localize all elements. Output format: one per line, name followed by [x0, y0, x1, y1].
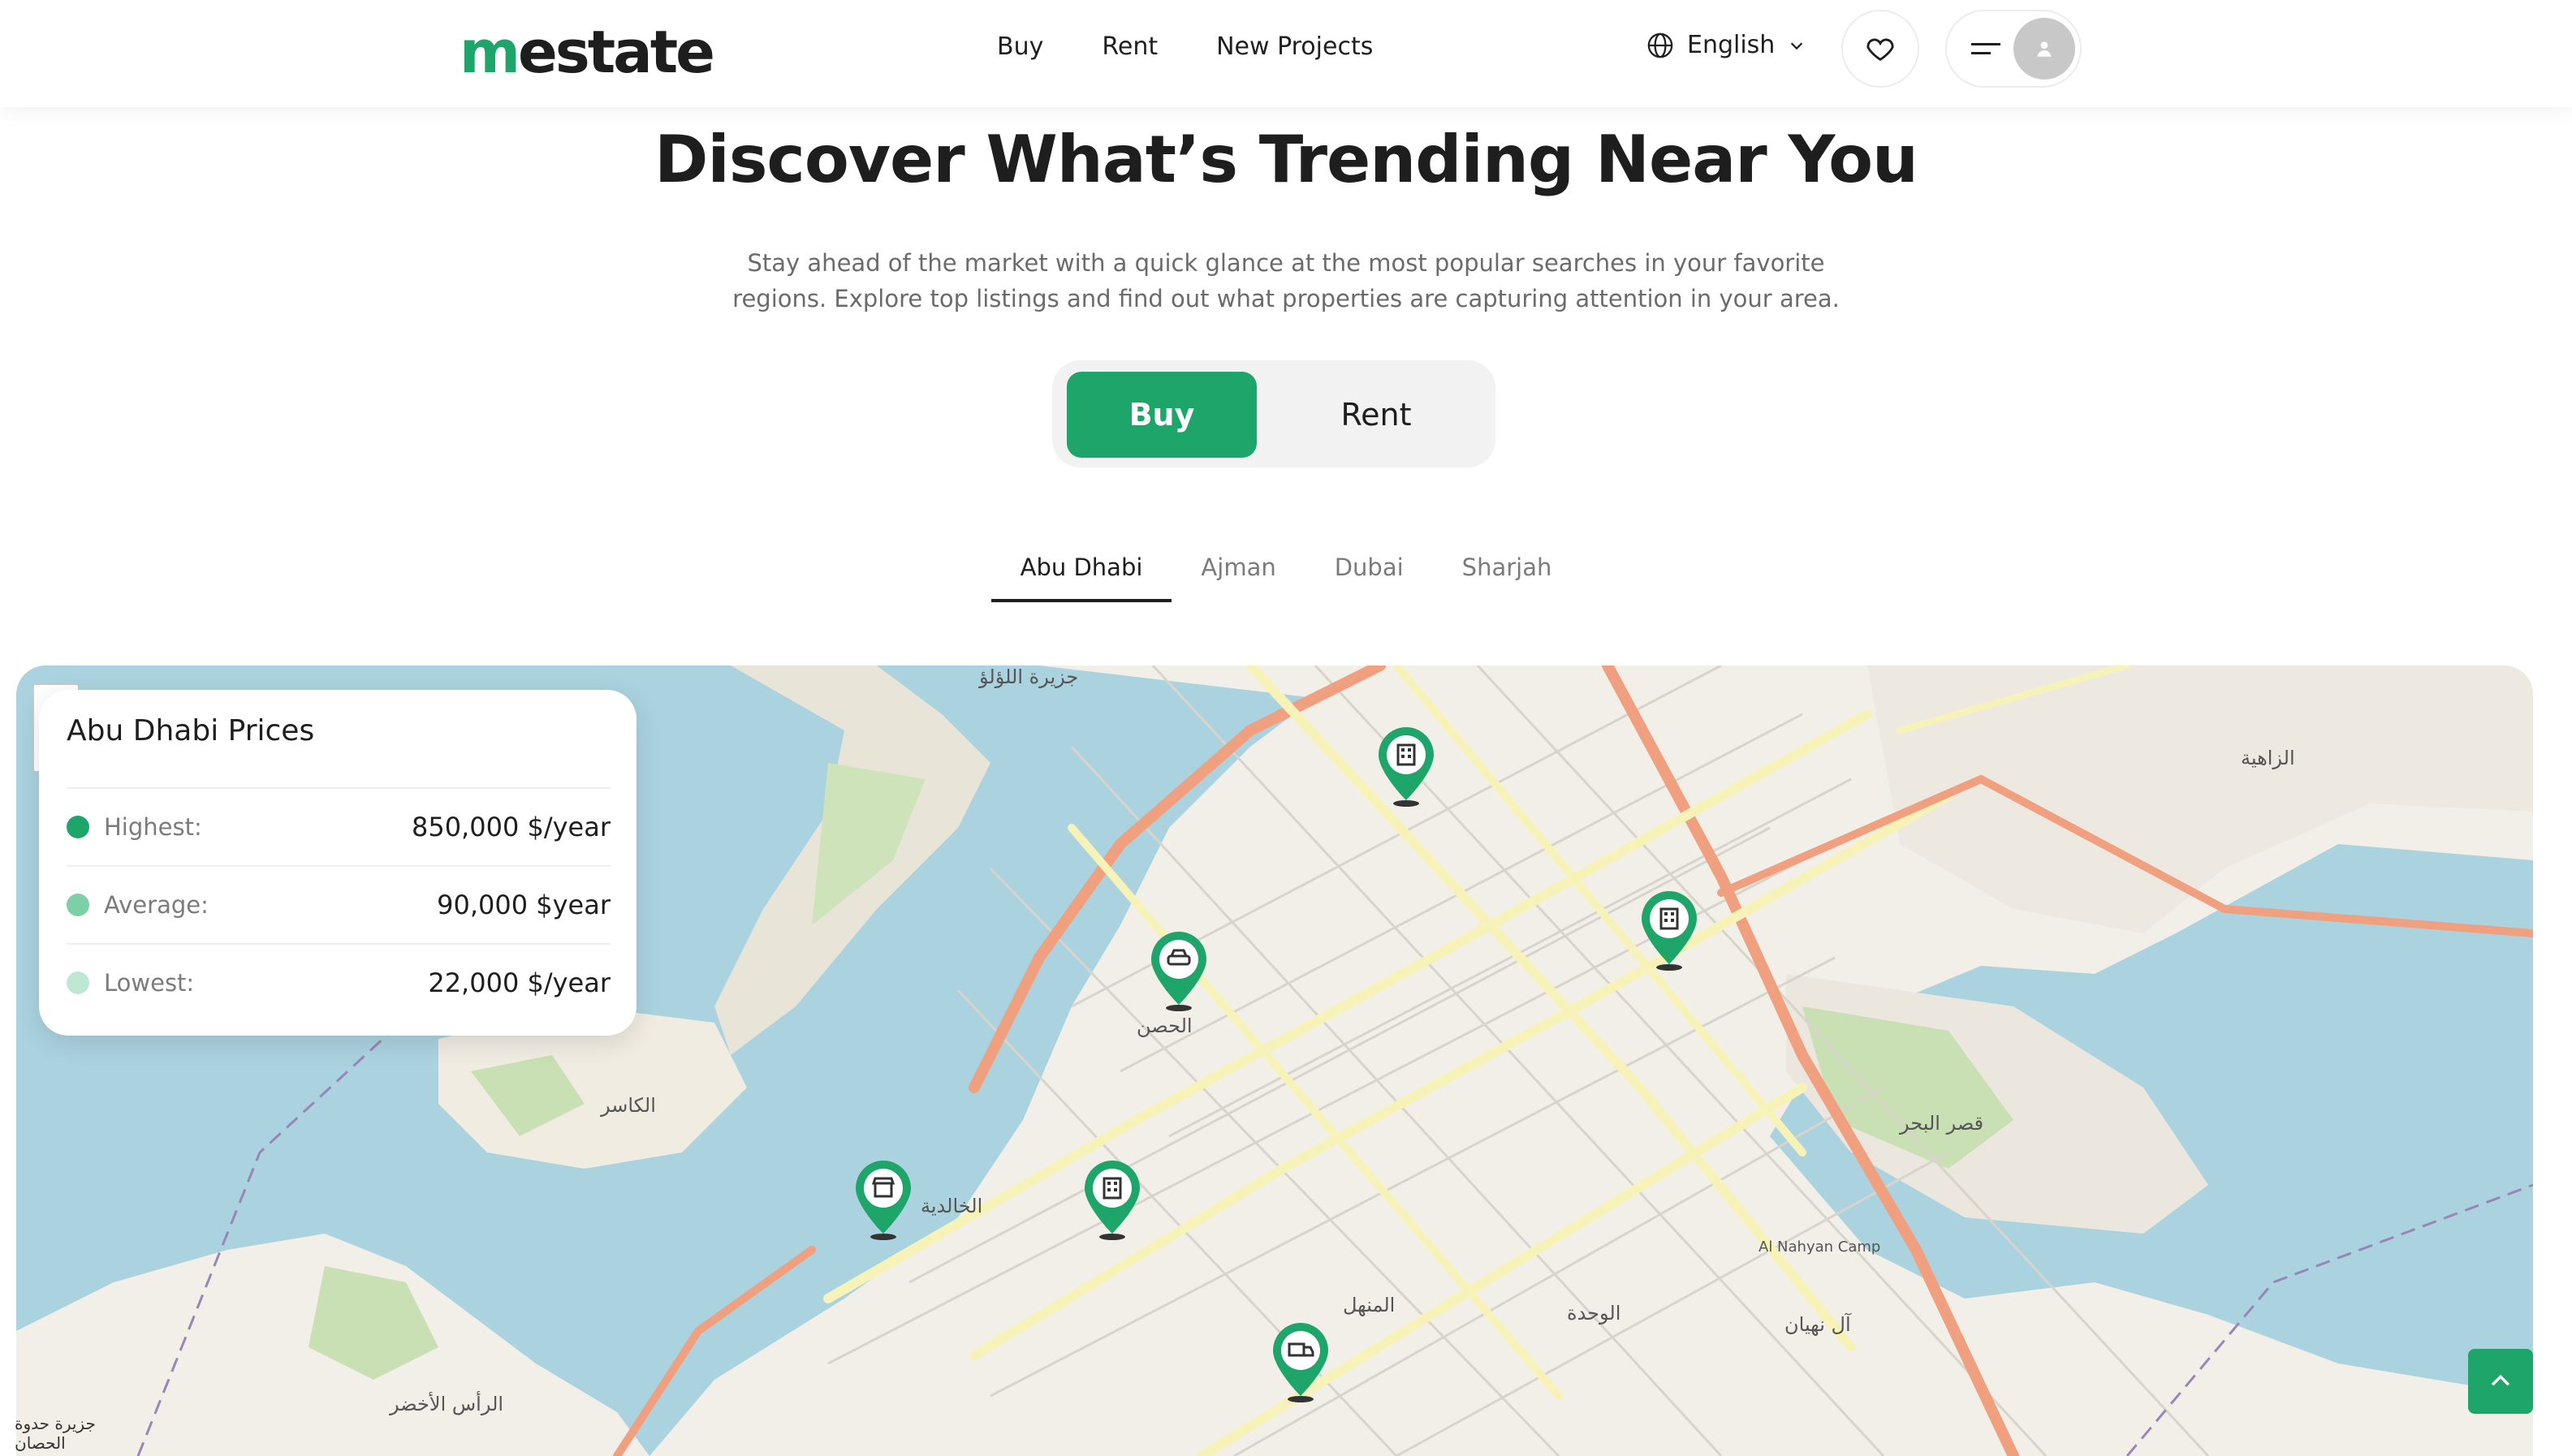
map-pin-building-2[interactable]	[1637, 886, 1702, 976]
price-row-highest: Highest: 850,000 $/year	[67, 787, 611, 865]
lowest-label: Lowest:	[104, 969, 195, 997]
truck-icon	[1273, 1323, 1328, 1402]
map-label-lulu: جزيرة اللؤلؤ	[979, 666, 1079, 688]
top-header: mestate Buy Rent New Projects English	[0, 0, 2572, 107]
avatar	[2013, 18, 2075, 80]
lowest-value: 22,000 $/year	[428, 967, 611, 998]
heart-icon	[1866, 38, 1894, 62]
user-menu-button[interactable]	[1945, 10, 2082, 88]
corner-label-line-1: جزيرة حدوة	[15, 1414, 96, 1433]
toggle-buy-button[interactable]: Buy	[1067, 372, 1257, 458]
price-row-average: Average: 90,000 $year	[67, 865, 611, 943]
brand-logo[interactable]: mestate	[460, 18, 715, 86]
map-label-al-nahyan: آل نهيان	[1784, 1313, 1851, 1336]
favorites-button[interactable]	[1841, 10, 1919, 88]
highest-label: Highest:	[104, 813, 202, 841]
map-label-manhal: المنهل	[1343, 1294, 1396, 1316]
tab-dubai[interactable]: Dubai	[1305, 545, 1433, 602]
map-label-hosn: الحصن	[1137, 1014, 1193, 1037]
prices-title: Abu Dhabi Prices	[67, 714, 315, 747]
map-pin-truck[interactable]	[1268, 1318, 1333, 1407]
main-nav: Buy Rent New Projects	[997, 32, 1373, 61]
globe-icon	[1647, 32, 1673, 58]
map-label-wahda: الوحدة	[1567, 1302, 1621, 1325]
building-icon	[1085, 1161, 1140, 1240]
map-pin-shop[interactable]	[851, 1156, 916, 1245]
tab-ajman[interactable]: Ajman	[1172, 545, 1305, 602]
highest-dot	[67, 816, 89, 838]
chevron-up-icon	[2491, 1374, 2510, 1386]
map-label-al-nahyan-camp: Al Nahyan Camp	[1759, 1238, 1881, 1256]
nav-new-projects[interactable]: New Projects	[1216, 32, 1373, 61]
map-corner-label: جزيرة حدوة الحصان	[15, 1414, 96, 1453]
lowest-dot	[67, 971, 89, 994]
city-tabs: Abu Dhabi Ajman Dubai Sharjah	[0, 545, 2572, 602]
average-dot	[67, 894, 89, 916]
map-label-kasir: الكاسر	[601, 1094, 656, 1117]
map-pin-building[interactable]	[1374, 722, 1439, 812]
tab-abu-dhabi[interactable]: Abu Dhabi	[990, 545, 1172, 602]
map-pin-building-3[interactable]	[1080, 1156, 1145, 1245]
average-label: Average:	[104, 891, 209, 919]
scroll-to-top-button[interactable]	[2468, 1349, 2533, 1414]
user-icon	[2037, 41, 2052, 57]
prices-card: Abu Dhabi Prices Highest: 850,000 $/year…	[39, 690, 637, 1036]
car-icon	[1151, 932, 1206, 1011]
language-label: English	[1687, 31, 1776, 59]
toggle-rent-button[interactable]: Rent	[1286, 372, 1466, 458]
logo-accent: m	[460, 18, 520, 86]
nav-rent[interactable]: Rent	[1102, 32, 1158, 61]
map-label-qasr-albahr: قصر البحر	[1900, 1112, 1984, 1135]
average-value: 90,000 $year	[437, 890, 611, 920]
building-icon	[1642, 891, 1697, 971]
language-selector[interactable]: English	[1646, 31, 1806, 59]
building-icon	[1379, 727, 1434, 807]
buy-rent-toggle: Buy Rent	[1052, 360, 1495, 467]
highest-value: 850,000 $/year	[411, 812, 611, 842]
tab-sharjah[interactable]: Sharjah	[1433, 545, 1582, 602]
logo-text: estate	[518, 18, 715, 86]
menu-icon	[1971, 43, 2000, 54]
map-label-khalidiya: الخالدية	[921, 1195, 983, 1217]
corner-label-line-2: الحصان	[15, 1433, 66, 1453]
price-row-lowest: Lowest: 22,000 $/year	[67, 943, 611, 1021]
nav-buy[interactable]: Buy	[997, 32, 1043, 61]
chevron-down-icon	[1791, 41, 1803, 50]
map-pin-car[interactable]	[1146, 927, 1211, 1016]
map-label-ras-akhdar: الرأس الأخضر	[390, 1393, 504, 1415]
shop-icon	[856, 1161, 911, 1240]
page-subtitle: Stay ahead of the market with a quick gl…	[732, 249, 1840, 312]
page-title: Discover What’s Trending Near You	[654, 122, 1918, 197]
map-label-zahiya: الزاهية	[2241, 747, 2295, 769]
